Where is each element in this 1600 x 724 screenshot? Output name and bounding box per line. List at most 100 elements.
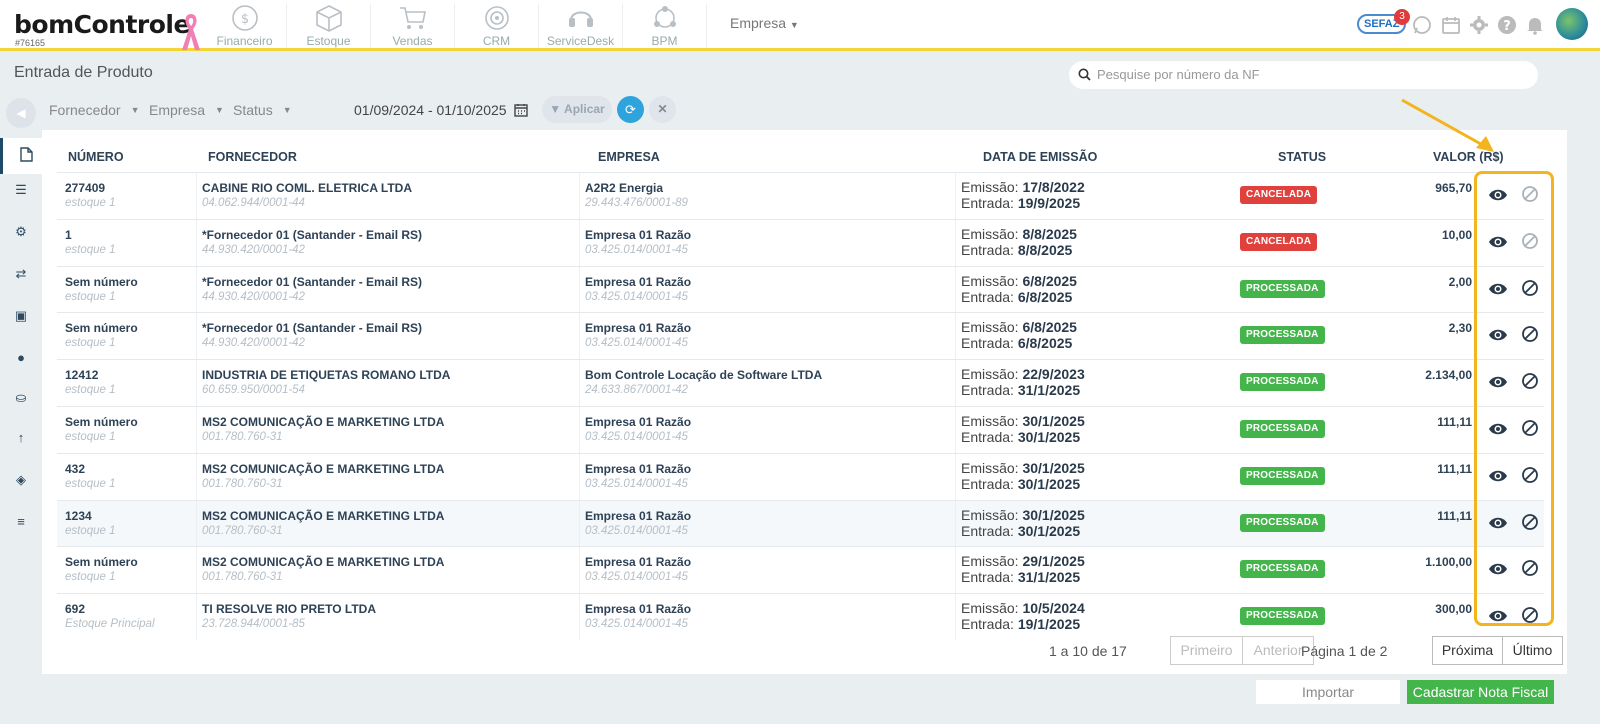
logo[interactable]: bomControle (14, 10, 190, 39)
cell-fornecedor: CABINE RIO COML. ELETRICA LTDA 04.062.944… (202, 181, 412, 209)
search-input[interactable]: Pesquise por número da NF (1069, 61, 1538, 89)
cell-numero: 12412 estoque 1 (65, 368, 116, 396)
company-name: A2R2 Energia (585, 181, 664, 195)
cell-fornecedor: TI RESOLVE RIO PRETO LTDA 23.728.944/0001… (202, 602, 376, 630)
supplier-name: TI RESOLVE RIO PRETO LTDA (202, 602, 377, 617)
supplier-name: *Fornecedor 01 (Santander - Email RS) (202, 227, 423, 242)
actions-highlight-box (1474, 171, 1554, 626)
emission-label: Emissão: (961, 319, 1019, 336)
column-header-numero[interactable]: NÚMERO (68, 150, 124, 164)
table-row[interactable]: 692 Estoque Principal TI RESOLVE RIO PRETO… (57, 593, 1544, 641)
table-row[interactable]: Sem número estoque 1 *Fornecedor 01 (Santa… (57, 265, 1544, 313)
emission-date-line: Emissão: 30/1/2025 (961, 413, 1085, 429)
fornecedor-filter[interactable]: Fornecedor ▼ (49, 102, 140, 118)
cell-numero: 1234 estoque 1 (65, 509, 116, 537)
company-document: 29.443.476/0001-89 (585, 197, 688, 209)
company-name: Empresa 01 Razão (585, 508, 692, 523)
column-header-empresa[interactable]: EMPRESA (598, 150, 660, 164)
stock-name: estoque 1 (65, 524, 116, 537)
filter-bar: Fornecedor ▼ Empresa ▼ Status ▼ 01/09/2024 … (42, 94, 1600, 126)
table-row[interactable]: Sem número estoque 1 *Fornecedor 01 (Santa… (57, 312, 1544, 360)
bell-icon[interactable] (1525, 15, 1545, 35)
sidebar-item-basket[interactable]: ⛀ (10, 390, 32, 412)
sidebar-item-list[interactable]: ≡ (10, 514, 32, 536)
module-servicedesk[interactable]: ServiceDesk (539, 4, 623, 48)
gear-icon[interactable] (1469, 15, 1489, 35)
company-document: 03.425.014/0001-45 (585, 618, 688, 631)
pink-ribbon-icon (182, 14, 200, 50)
module-label: BPM (651, 34, 678, 48)
import-button[interactable]: Importar (1256, 680, 1400, 704)
sidebar-item-chat[interactable]: ● (10, 350, 32, 372)
user-avatar[interactable] (1556, 8, 1588, 40)
column-header-fornecedor[interactable]: FORNECEDOR (208, 150, 297, 164)
table-row[interactable]: 277409 estoque 1 CABINE RIO COML. ELETRICA… (57, 172, 1544, 219)
refresh-button[interactable]: ⟳ (617, 96, 644, 123)
module-bpm[interactable]: BPM (623, 4, 707, 48)
calendar-icon (514, 104, 529, 117)
entry-label: Entrada: (961, 429, 1014, 445)
module-vendas[interactable]: Vendas (371, 4, 455, 48)
exchange-icon: ⇄ (15, 266, 27, 281)
stock-name: estoque 1 (65, 197, 116, 209)
emission-date: 6/8/2025 (1022, 319, 1077, 336)
sidebar-item-box[interactable]: ◈ (10, 472, 32, 494)
status-filter[interactable]: Status ▼ (233, 102, 292, 118)
stock-name: estoque 1 (65, 384, 116, 397)
clear-filter-button[interactable]: ✕ (649, 96, 676, 123)
register-invoice-button[interactable]: Cadastrar Nota Fiscal (1407, 680, 1554, 704)
column-header-data-emissao[interactable]: DATA DE EMISSÃO (983, 150, 1097, 164)
sidebar-item-cubes[interactable]: ⚙ (10, 224, 32, 246)
last-page-button[interactable]: Último (1502, 636, 1563, 665)
apply-label: Aplicar (564, 102, 605, 116)
whatsapp-icon[interactable] (1412, 15, 1432, 35)
company-document: 03.425.014/0001-45 (585, 290, 688, 303)
cell-datas: Emissão: 22/9/2023 Entrada: 31/1/2025 (961, 366, 1085, 398)
apply-filter-button[interactable]: ▼ Aplicar (542, 96, 612, 123)
status-badge: PROCESSADA (1240, 420, 1325, 438)
left-sidebar: ☰ ⚙ ⇄ ▣ ● ⛀ ↑ ◈ ≡ (0, 130, 42, 724)
headset-icon (568, 11, 593, 27)
calendar-icon[interactable] (1441, 15, 1461, 35)
back-button[interactable]: ◀ (6, 98, 36, 128)
help-icon[interactable]: ? (1497, 15, 1517, 35)
company-name: Bom Controle Locação de Software LTDA (585, 368, 823, 383)
emission-date: 10/5/2024 (1022, 600, 1085, 617)
company-name: Empresa 01 Razão (585, 555, 692, 570)
value-amount: 111,11 (1437, 461, 1472, 476)
table-row[interactable]: 432 estoque 1 MS2 COMUNICAÇÃO E MARKETING … (57, 452, 1544, 500)
invoice-number: 277409 (65, 181, 106, 195)
cell-datas: Emissão: 8/8/2025 Entrada: 8/8/2025 (961, 226, 1077, 258)
company-document: 03.425.014/0001-45 (585, 431, 688, 443)
date-range-input[interactable]: 01/09/2024 - 01/10/2025 (354, 102, 529, 118)
sidebar-item-chart[interactable]: ▣ (10, 308, 32, 330)
entry-date-line: Entrada: 30/1/2025 (961, 523, 1085, 539)
column-divider (196, 266, 197, 313)
table-row[interactable]: 12412 estoque 1 INDUSTRIA DE ETIQUETAS ROM… (57, 359, 1544, 407)
cell-fornecedor: MS2 COMUNICAÇÃO E MARKETING LTDA 001.780.… (202, 415, 444, 443)
first-page-button[interactable]: Primeiro (1170, 636, 1243, 665)
supplier-name: *Fornecedor 01 (Santander - Email RS) (202, 274, 423, 289)
status-badge: PROCESSADA (1240, 466, 1325, 485)
table-row[interactable]: 1 estoque 1 *Fornecedor 01 (Santander - Em… (57, 218, 1544, 266)
sidebar-item-transfer[interactable]: ⇄ (10, 266, 32, 288)
module-crm[interactable]: CRM (455, 4, 539, 48)
supplier-document: 001.780.760-31 (202, 524, 283, 537)
sidebar-item-layers[interactable]: ☰ (10, 182, 32, 204)
column-header-status[interactable]: STATUS (1278, 150, 1326, 164)
cell-fornecedor: *Fornecedor 01 (Santander - Email RS) 44.… (202, 228, 422, 256)
sidebar-item-documents[interactable] (0, 138, 42, 174)
table-row[interactable]: 1234 estoque 1 MS2 COMUNICAÇÃO E MARKETING… (57, 499, 1544, 547)
module-financeiro[interactable]: $ Financeiro (203, 4, 287, 48)
entry-label: Entrada: (961, 522, 1014, 539)
status-filter-label: Status (233, 102, 273, 118)
table-row[interactable]: Sem número estoque 1 MS2 COMUNICAÇÃO E MAR… (57, 546, 1544, 594)
empresa-filter[interactable]: Empresa ▼ (149, 102, 224, 118)
sidebar-item-upload[interactable]: ↑ (10, 430, 32, 452)
empresa-dropdown[interactable]: Empresa ▼ (730, 15, 799, 31)
emission-date: 30/1/2025 (1022, 459, 1085, 476)
empresa-filter-label: Empresa (149, 102, 206, 118)
next-page-button[interactable]: Próxima (1432, 636, 1503, 665)
module-estoque[interactable]: Estoque (287, 4, 371, 48)
table-row[interactable]: Sem número estoque 1 MS2 COMUNICAÇÃO E MAR… (57, 406, 1544, 453)
